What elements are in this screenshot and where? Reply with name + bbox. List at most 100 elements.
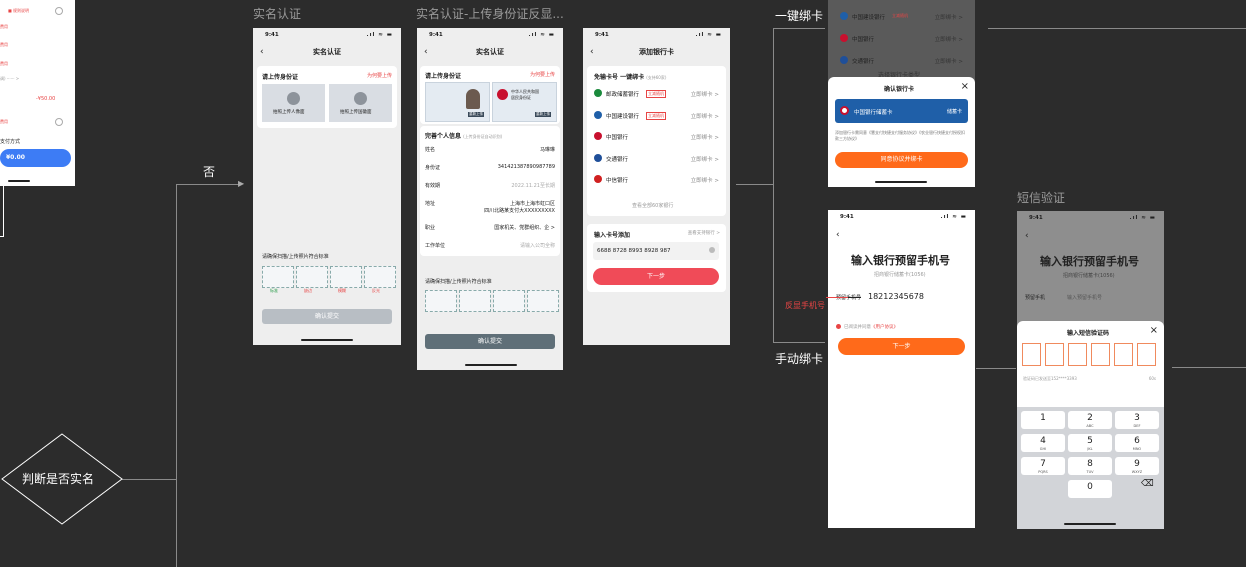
code-box[interactable]	[1022, 343, 1041, 366]
submit-button[interactable]: 确认提交	[262, 309, 392, 324]
bank-row[interactable]: 中国银行 立即绑卡 >	[594, 127, 719, 147]
radio-icon[interactable]	[55, 118, 63, 126]
bind-now-link[interactable]: 立即绑卡 >	[691, 133, 719, 141]
info-key: 身份证	[425, 165, 441, 171]
back-icon[interactable]: ‹	[424, 44, 428, 60]
phone-value[interactable]: 18212345678	[868, 292, 924, 301]
reupload-tag[interactable]: 重新上传	[468, 112, 484, 117]
keypad-key[interactable]: 5 JKL	[1068, 434, 1112, 452]
bind-now-link[interactable]: 立即绑卡 >	[691, 176, 719, 184]
home-indicator	[875, 181, 927, 183]
keypad-key[interactable]: 2 ABC	[1068, 411, 1112, 429]
bank-row[interactable]: 中信银行 立即绑卡 >	[594, 170, 719, 190]
bank-row[interactable]: 中国建设银行 立减随机 立即绑卡 >	[840, 7, 963, 27]
view-all-link[interactable]: 查看全部60家银行	[632, 202, 673, 209]
no-branch-label: 否	[203, 165, 216, 179]
key-number: 3	[1134, 413, 1140, 423]
next-button[interactable]: 下一步	[838, 338, 965, 355]
nav-bar: ‹ 实名认证	[417, 44, 563, 60]
bind-now-link[interactable]: 立即绑卡 >	[935, 35, 963, 43]
supported-banks-link[interactable]: 查看支持银行 >	[688, 230, 720, 236]
upload-back[interactable]: 拍照上传国徽面	[329, 84, 392, 122]
info-key: 职业	[425, 225, 436, 231]
connector	[0, 236, 4, 237]
code-box[interactable]	[1068, 343, 1087, 366]
key-number: 2	[1087, 413, 1093, 423]
keypad-key[interactable]: 8 TUV	[1068, 457, 1112, 475]
keypad-key[interactable]: 4 GHI	[1021, 434, 1065, 452]
bind-now-link[interactable]: 立即绑卡 >	[691, 155, 719, 163]
selected-card[interactable]: 中国银行储蓄卡 储蓄卡	[835, 99, 968, 123]
key-letters: JKL	[1087, 447, 1093, 451]
status-bar: 9:41 .ıl ≈ ▬	[429, 32, 555, 38]
agree-bind-button[interactable]: 同意协议并绑卡	[835, 152, 968, 168]
bank-row[interactable]: 交通银行 立即绑卡 >	[594, 149, 719, 169]
keypad-key[interactable]: 0	[1068, 480, 1112, 498]
camera-icon	[287, 92, 300, 105]
pay-bar[interactable]: ¥0.00	[0, 149, 71, 167]
bank-row[interactable]: 交通银行 立即绑卡 >	[840, 51, 963, 71]
bank-logo-icon	[594, 110, 602, 119]
bank-row[interactable]: 中国建设银行 立减随机 立即绑卡 >	[594, 106, 719, 126]
bind-now-link[interactable]: 立即绑卡 >	[691, 90, 719, 98]
bank-row[interactable]: 中国银行 立即绑卡 >	[840, 29, 963, 49]
keypad-key[interactable]: 9 WXYZ	[1115, 457, 1159, 475]
clear-icon[interactable]	[709, 247, 715, 253]
bind-now-link[interactable]: 立即绑卡 >	[935, 13, 963, 21]
close-icon[interactable]: ×	[1150, 325, 1158, 336]
connector	[988, 28, 1246, 29]
thumb-label: 缺边	[304, 288, 312, 293]
radio-icon[interactable]	[55, 7, 63, 15]
bank-row[interactable]: 邮政储蓄银行 立减随机 立即绑卡 >	[594, 84, 719, 104]
reupload-tag[interactable]: 重新上传	[535, 112, 551, 117]
promo-tag: 立减随机	[646, 111, 666, 120]
why-upload-link[interactable]: 为何要上传	[530, 71, 555, 78]
bank-logo-icon	[594, 89, 602, 97]
card-number-input[interactable]: 6688 8728 8993 8928 987	[593, 242, 719, 260]
keypad-key[interactable]: 6 MNO	[1115, 434, 1159, 452]
submit-button[interactable]: 确认提交	[425, 334, 555, 349]
check-icon[interactable]	[836, 324, 841, 329]
connector	[122, 479, 176, 480]
code-box[interactable]	[1045, 343, 1064, 366]
add-card-screen: 9:41 .ıl ≈ ▬ ‹ 添加银行卡 免输卡号 一键绑卡 (支持60家) 邮政储…	[583, 28, 730, 345]
back-icon[interactable]: ‹	[590, 44, 594, 60]
bind-now-link[interactable]: 立即绑卡 >	[935, 57, 963, 65]
keypad-key[interactable]: 1	[1021, 411, 1065, 429]
why-upload-link[interactable]: 为何要上传	[367, 72, 392, 79]
back-icon[interactable]: ‹	[836, 230, 840, 240]
close-icon[interactable]: ×	[961, 81, 969, 92]
countdown[interactable]: 60s	[1149, 376, 1156, 381]
red-tag: 费用	[0, 119, 8, 124]
connector	[176, 184, 242, 185]
bank-logo-icon	[840, 56, 848, 64]
id-back-photo: 中华人民共和国 居民身份证 重新上传	[492, 82, 557, 122]
back-icon[interactable]: ‹	[260, 44, 264, 60]
back-icon[interactable]: ‹	[1025, 231, 1029, 241]
tag: 费用	[0, 61, 8, 66]
info-key: 姓名	[425, 147, 436, 153]
code-box[interactable]	[1091, 343, 1110, 366]
field-placeholder[interactable]: 输入预留手机号	[1067, 294, 1102, 301]
key-number: 0	[1087, 482, 1093, 492]
upload-front[interactable]: 拍照上传人像面	[262, 84, 325, 122]
bank-name: 中国银行	[852, 37, 875, 43]
reserved-phone-screen: 9:41 .ıl ≈ ▬ ‹ 输入银行预留手机号 招商银行储蓄卡(1056) 预留…	[828, 210, 975, 528]
section-title: 请上传身份证	[262, 74, 299, 81]
next-button[interactable]: 下一步	[593, 268, 719, 285]
red-tag: ■ 规则说明	[8, 8, 30, 13]
bind-now-link[interactable]: 立即绑卡 >	[691, 112, 719, 120]
code-box[interactable]	[1114, 343, 1133, 366]
promo-tag: 立减随机	[892, 13, 908, 18]
nav-bar: ‹ 实名认证	[253, 44, 401, 60]
keypad-key[interactable]: 7 PQRS	[1021, 457, 1065, 475]
key-number: 1	[1040, 413, 1046, 423]
keypad-key[interactable]: 3 DEF	[1115, 411, 1159, 429]
page-subtitle: 招商银行储蓄卡(1056)	[874, 272, 926, 278]
promo-tag: 立减随机	[646, 90, 666, 98]
key-number: 9	[1134, 459, 1140, 469]
home-indicator	[1064, 523, 1116, 525]
backspace-icon[interactable]: ⌫	[1141, 479, 1154, 489]
guide-thumb	[425, 290, 457, 312]
code-box[interactable]	[1137, 343, 1156, 366]
